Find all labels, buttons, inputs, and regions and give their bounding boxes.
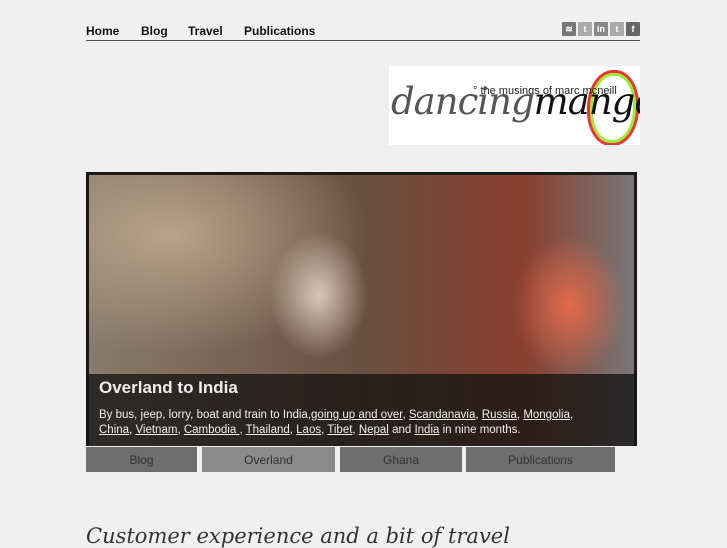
link-india[interactable]: India	[414, 424, 439, 436]
logo-text: dancingmango	[391, 80, 640, 123]
rss-icon[interactable]: ≋	[562, 22, 576, 36]
link-china[interactable]: China	[99, 424, 129, 436]
tab-publications[interactable]: Publications	[466, 447, 615, 472]
hero-slide[interactable]: Overland to India By bus, jeep, lorry, b…	[86, 172, 637, 446]
twitter-icon[interactable]: t	[610, 22, 624, 36]
tab-blog[interactable]: Blog	[86, 447, 197, 472]
and-text: and	[392, 424, 412, 436]
link-laos[interactable]: Laos	[296, 424, 321, 436]
link-nepal[interactable]: Nepal	[359, 424, 389, 436]
link-going-up[interactable]: going up and over	[311, 409, 402, 421]
link-thailand[interactable]: Thailand	[246, 424, 290, 436]
logo-text-dancing: dancing	[391, 80, 535, 123]
social-links: ≋ t in t f	[562, 22, 640, 36]
link-cambodia[interactable]: Cambodia	[184, 424, 240, 436]
tab-overland[interactable]: Overland	[202, 447, 335, 472]
link-scandanavia[interactable]: Scandanavia	[409, 409, 476, 421]
link-russia[interactable]: Russia	[482, 409, 517, 421]
page-tagline: Customer experience and a bit of travel	[86, 524, 510, 548]
link-vietnam[interactable]: Vietnam	[135, 424, 177, 436]
nav-travel[interactable]: Travel	[188, 24, 223, 38]
nav-publications[interactable]: Publications	[244, 24, 315, 38]
intro-text: By bus, jeep, lorry, boat and train to I…	[99, 409, 312, 421]
site-logo[interactable]: ° the musings of marc mcneill dancingman…	[389, 66, 640, 145]
hero-caption: Overland to India By bus, jeep, lorry, b…	[86, 374, 637, 446]
hero-description: By bus, jeep, lorry, boat and train to I…	[99, 409, 574, 436]
tab-ghana[interactable]: Ghana	[340, 447, 462, 472]
facebook-icon[interactable]: f	[626, 22, 640, 36]
twitter-icon[interactable]: t	[578, 22, 592, 36]
link-tibet[interactable]: Tibet	[327, 424, 352, 436]
nav-home[interactable]: Home	[86, 24, 119, 38]
nav-blog[interactable]: Blog	[141, 24, 168, 38]
hero-title: Overland to India	[99, 378, 238, 397]
outro-text: in nine months.	[442, 424, 521, 436]
link-mongolia[interactable]: Mongolia	[523, 409, 570, 421]
top-nav: Home Blog Travel Publications ≋ t in t f	[86, 22, 640, 41]
logo-text-mango: mango	[533, 80, 640, 123]
linkedin-icon[interactable]: in	[594, 22, 608, 36]
